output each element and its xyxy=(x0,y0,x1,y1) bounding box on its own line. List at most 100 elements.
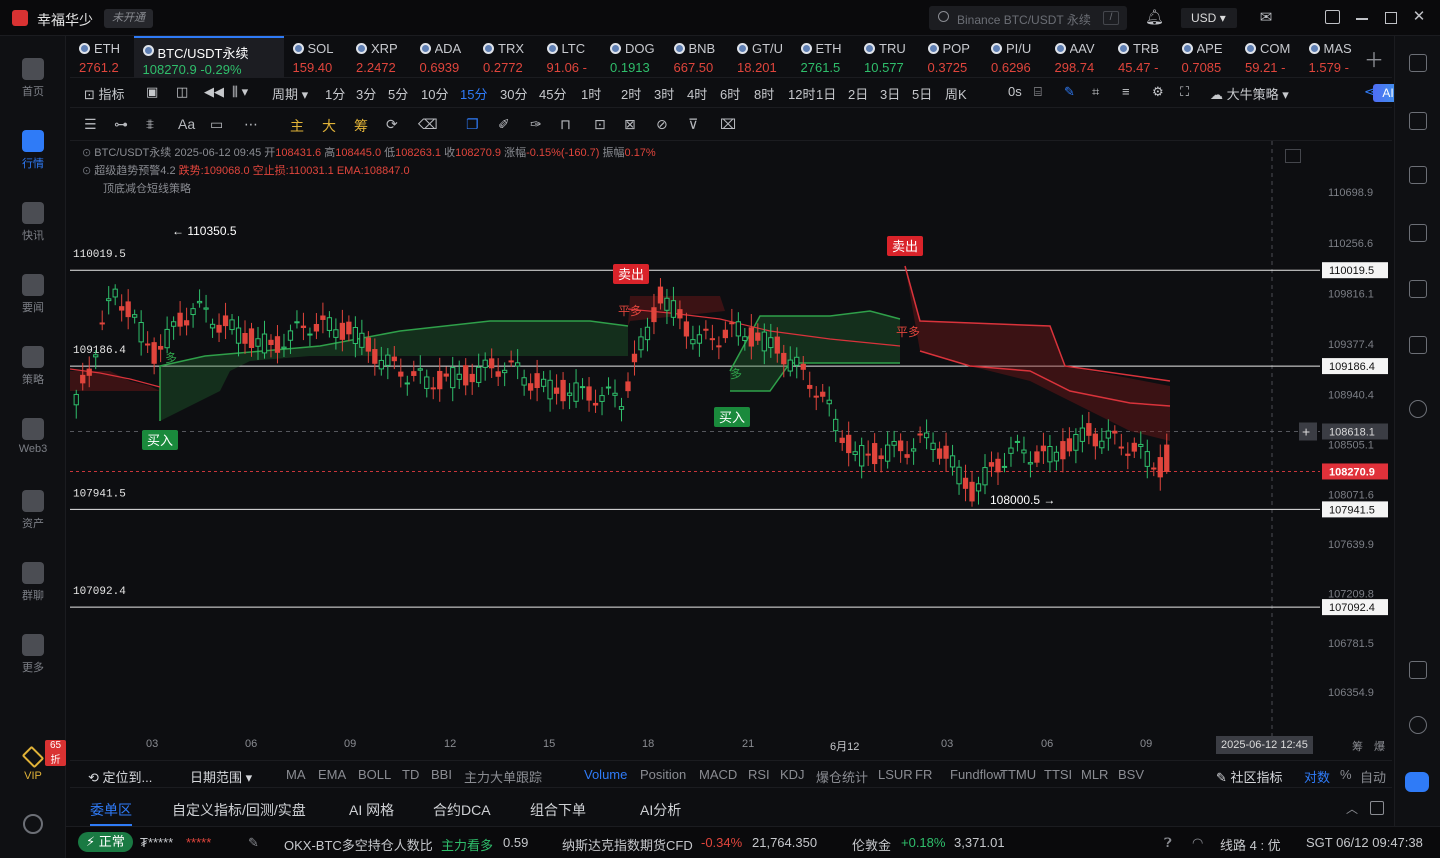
text-tool[interactable]: Aa xyxy=(178,116,195,132)
interval-1[interactable]: 3分 xyxy=(356,84,376,103)
interval-3[interactable]: 10分 xyxy=(421,84,448,103)
account-status-badge[interactable]: 未开通 xyxy=(104,9,153,28)
trash-icon[interactable]: ⌧ xyxy=(720,116,736,133)
price-chart[interactable]: 110698.9 110256.6 109816.1 109377.4 108940.4… xyxy=(70,141,1392,736)
community-indicator-button[interactable]: ✎ 社区指标 xyxy=(1216,767,1283,786)
ticker-tab[interactable]: ETH 2761.5 xyxy=(792,36,856,78)
layout-icon[interactable]: ◫ xyxy=(176,84,188,100)
add-ticker-icon[interactable]: ＋ xyxy=(1364,44,1384,73)
sub-indicator-2[interactable]: MACD xyxy=(699,767,737,782)
nav-item-7[interactable]: 群聊 xyxy=(0,562,66,603)
interval-10[interactable]: 4时 xyxy=(687,84,707,103)
ticker-tab[interactable]: APE 0.7085 xyxy=(1173,36,1237,78)
date-range-select[interactable]: 日期范围 ▾ xyxy=(190,767,252,786)
network-line[interactable]: 线路 4 : 优 xyxy=(1220,835,1281,854)
interval-4[interactable]: 15分 xyxy=(460,84,487,103)
trade-dollar-icon[interactable] xyxy=(1409,166,1427,184)
depth-chart-icon[interactable] xyxy=(1409,224,1427,242)
main-indicator-5[interactable]: 主力大单跟踪 xyxy=(464,767,542,786)
ai-assistant-icon[interactable] xyxy=(1405,772,1429,792)
candle-type-icon[interactable]: ⫼ ▾ xyxy=(232,84,248,100)
interval-6[interactable]: 45分 xyxy=(539,84,566,103)
period-select[interactable]: 周期 ▾ xyxy=(272,84,308,103)
axis-toggle-a[interactable]: 筹 xyxy=(1352,738,1363,754)
interval-16[interactable]: 3日 xyxy=(880,84,900,103)
horizontal-ray-icon[interactable]: ☰ xyxy=(84,116,97,133)
ticker-tab[interactable]: POP 0.3725 xyxy=(919,36,983,78)
collapse-icon[interactable]: ⊙ xyxy=(82,147,91,159)
interval-12[interactable]: 8时 xyxy=(754,84,774,103)
indicator-button[interactable]: ⊡ 指标 xyxy=(84,84,125,103)
exchange-icon[interactable] xyxy=(1409,400,1427,418)
bell-icon[interactable]: 🔔︎ xyxy=(1145,9,1164,27)
highlighter-icon[interactable]: ✑ xyxy=(530,116,542,133)
bottom-tab-2[interactable]: AI 网格 xyxy=(349,800,394,820)
sub-indicator-3[interactable]: RSI xyxy=(748,767,770,782)
monitor-icon[interactable] xyxy=(1409,280,1427,298)
axis-toggle-b[interactable]: 爆 xyxy=(1374,738,1385,754)
nav-item-5[interactable]: Web3 xyxy=(0,418,66,455)
ticker-tab[interactable]: TRB 45.47 - xyxy=(1109,36,1173,78)
share-icon[interactable]: ⋖ xyxy=(1364,84,1375,100)
ticker-tab[interactable]: SOL 159.40 xyxy=(284,36,348,78)
main-indicator-4[interactable]: BBI xyxy=(431,767,452,782)
ticker-tab[interactable]: COM 59.21 - xyxy=(1236,36,1300,78)
ticker-tab[interactable]: BNB 667.50 xyxy=(665,36,729,78)
hide-icon[interactable]: ⊘ xyxy=(656,116,668,133)
ticker-tab[interactable]: ADA 0.6939 xyxy=(411,36,475,78)
magnet-icon[interactable]: ⊓ xyxy=(560,116,571,133)
bottom-tab-4[interactable]: 组合下单 xyxy=(530,800,586,820)
collapse-panel-icon[interactable]: ︿ xyxy=(1346,800,1358,817)
ticker-tab[interactable]: TRU 10.577 xyxy=(855,36,919,78)
mail-icon[interactable]: ✉ xyxy=(1257,9,1275,27)
brush-icon[interactable]: ✐ xyxy=(498,116,510,133)
interval-15[interactable]: 2日 xyxy=(848,84,868,103)
list-icon[interactable]: ≡ xyxy=(1122,84,1130,99)
card-icon[interactable] xyxy=(1409,336,1427,354)
nav-item-8[interactable]: 更多 xyxy=(0,634,66,675)
lock-icon[interactable]: ⊡ xyxy=(594,116,606,133)
close-icon[interactable]: ✕ xyxy=(1410,8,1428,26)
sub-indicator-5[interactable]: 爆仓统计 xyxy=(816,767,868,786)
sub-indicator-1[interactable]: Position xyxy=(640,767,686,782)
vip-entry[interactable]: 65折 VIP xyxy=(0,740,66,782)
minimize-icon[interactable] xyxy=(1356,18,1368,20)
bottom-tab-5[interactable]: AI分析 xyxy=(640,800,681,820)
main-indicator-3[interactable]: TD xyxy=(402,767,419,782)
sub-indicator-10[interactable]: TTSI xyxy=(1044,767,1072,782)
fullscreen-icon[interactable]: ⛶ xyxy=(1180,84,1189,100)
panel-expand-icon[interactable] xyxy=(1370,801,1384,815)
nav-item-2[interactable]: 快讯 xyxy=(0,202,66,243)
chart-canvas[interactable]: 110698.9 110256.6 109816.1 109377.4 108940.4… xyxy=(70,141,1392,736)
fib-tool-icon[interactable]: ⩨ xyxy=(146,116,154,133)
sub-indicator-4[interactable]: KDJ xyxy=(780,767,805,782)
ticker-tab[interactable]: DOG 0.1913 xyxy=(601,36,665,78)
search-box[interactable]: Binance BTC/USDT 永续 / xyxy=(929,6,1127,30)
pen-icon[interactable]: ✎ xyxy=(1064,84,1075,100)
sub-indicator-0[interactable]: Volume xyxy=(584,767,627,782)
replay-icon[interactable]: ◀◀ xyxy=(204,84,224,100)
eraser-icon[interactable]: ⌫ xyxy=(418,116,438,133)
help-icon[interactable]: ❓︎ xyxy=(1164,835,1172,851)
locate-button[interactable]: ⟲ 定位到... xyxy=(88,767,152,786)
copy-icon[interactable]: ❐ xyxy=(466,116,479,133)
settings-icon[interactable]: ⚙︎ xyxy=(1152,84,1164,100)
window-popout-icon[interactable] xyxy=(1325,10,1340,24)
nav-item-4[interactable]: 策略 xyxy=(0,346,66,387)
sub-indicator-12[interactable]: BSV xyxy=(1118,767,1144,782)
interval-13[interactable]: 12时 xyxy=(788,84,815,103)
ticker-tab[interactable]: PI/U 0.6296 xyxy=(982,36,1046,78)
interval-17[interactable]: 5日 xyxy=(912,84,932,103)
collapse-icon[interactable]: ⊙ xyxy=(82,165,91,177)
ticker-tab[interactable]: AAV 298.74 xyxy=(1046,36,1110,78)
ticker-tab[interactable]: BTC/USDT永续 108270.9 -0.29% xyxy=(133,36,284,78)
headset-icon[interactable] xyxy=(1409,716,1427,734)
line-tool-icon[interactable]: ⊶ xyxy=(114,116,128,133)
interval-18[interactable]: 周K xyxy=(945,84,967,103)
sub-indicator-9[interactable]: TTMU xyxy=(1000,767,1036,782)
interval-5[interactable]: 30分 xyxy=(500,84,527,103)
sub-indicator-7[interactable]: FR xyxy=(915,767,932,782)
ticker-tab[interactable]: ETH 2761.2 xyxy=(70,36,134,78)
chip-distribution-toggle[interactable]: 筹 xyxy=(354,116,368,136)
maximize-icon[interactable] xyxy=(1385,12,1397,24)
